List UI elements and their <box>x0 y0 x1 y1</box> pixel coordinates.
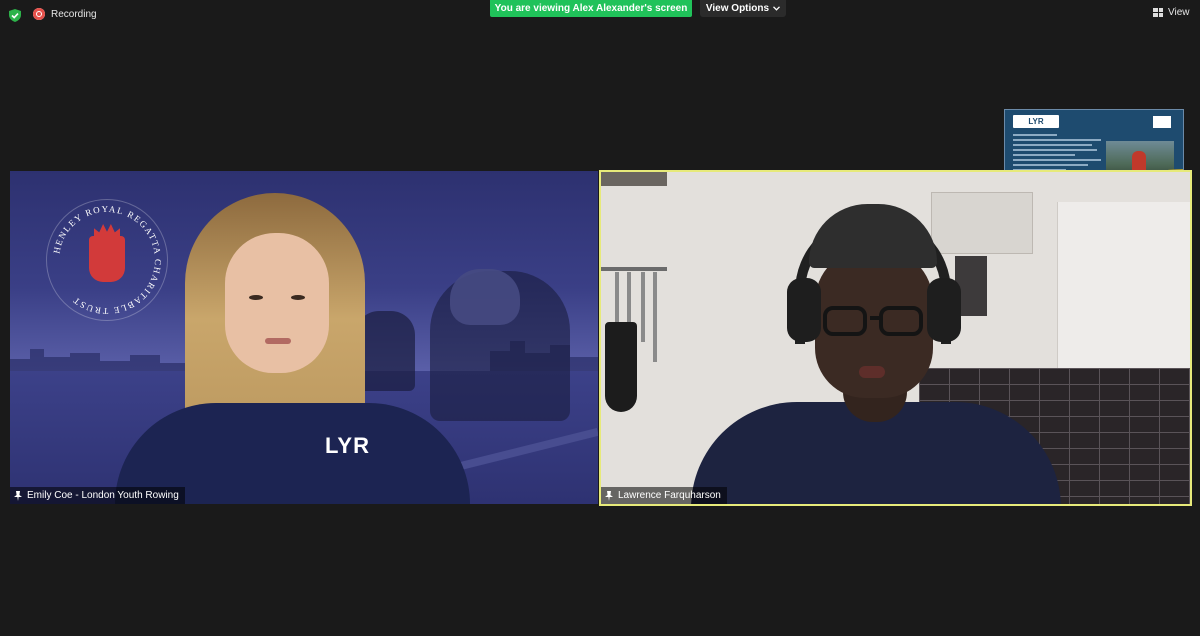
viewing-screen-banner: You are viewing Alex Alexander's screen <box>490 0 692 17</box>
hanging-pan <box>605 322 637 412</box>
shirt-logo: LYR <box>325 433 370 458</box>
utensil-rail <box>601 267 667 271</box>
view-options-button[interactable]: View Options <box>700 0 786 17</box>
viewing-banner-text: You are viewing Alex Alexander's screen <box>494 3 688 14</box>
kitchen-shelf <box>601 172 667 186</box>
pin-icon <box>14 490 22 501</box>
participant-name-label: Emily Coe - London Youth Rowing <box>10 487 185 504</box>
partner-logo <box>1153 116 1171 128</box>
top-bar: Recording You are viewing Alex Alexander… <box>0 0 1200 30</box>
record-icon <box>33 8 45 20</box>
recording-label: Recording <box>51 8 97 20</box>
participant-name: Lawrence Farquharson <box>618 490 721 501</box>
view-label: View <box>1168 7 1190 18</box>
video-tile-emily[interactable]: HENLEY ROYAL REGATTA CHARITABLE TRUST LY… <box>10 171 598 504</box>
recording-indicator[interactable]: Recording <box>33 8 97 20</box>
kitchen-cabinet <box>1057 202 1190 404</box>
shared-screen-logo-text: LYR <box>1028 117 1044 126</box>
participant-emily: LYR <box>115 193 470 504</box>
video-tile-lawrence[interactable]: Lawrence Farquharson <box>599 170 1192 506</box>
utensil <box>653 272 657 362</box>
view-options-label: View Options <box>705 3 770 14</box>
participant-name-label: Lawrence Farquharson <box>601 487 727 504</box>
chevron-down-icon <box>773 6 781 11</box>
view-button[interactable]: View <box>1153 7 1190 18</box>
lyr-logo: LYR <box>1013 115 1059 128</box>
participant-lawrence <box>691 202 1061 504</box>
shield-check-icon[interactable] <box>9 9 21 22</box>
grid-view-icon <box>1153 8 1163 17</box>
zoom-meeting-window: Recording You are viewing Alex Alexander… <box>0 0 1200 636</box>
pin-icon <box>605 490 613 501</box>
utensil <box>641 272 645 342</box>
participant-name: Emily Coe - London Youth Rowing <box>27 490 179 501</box>
